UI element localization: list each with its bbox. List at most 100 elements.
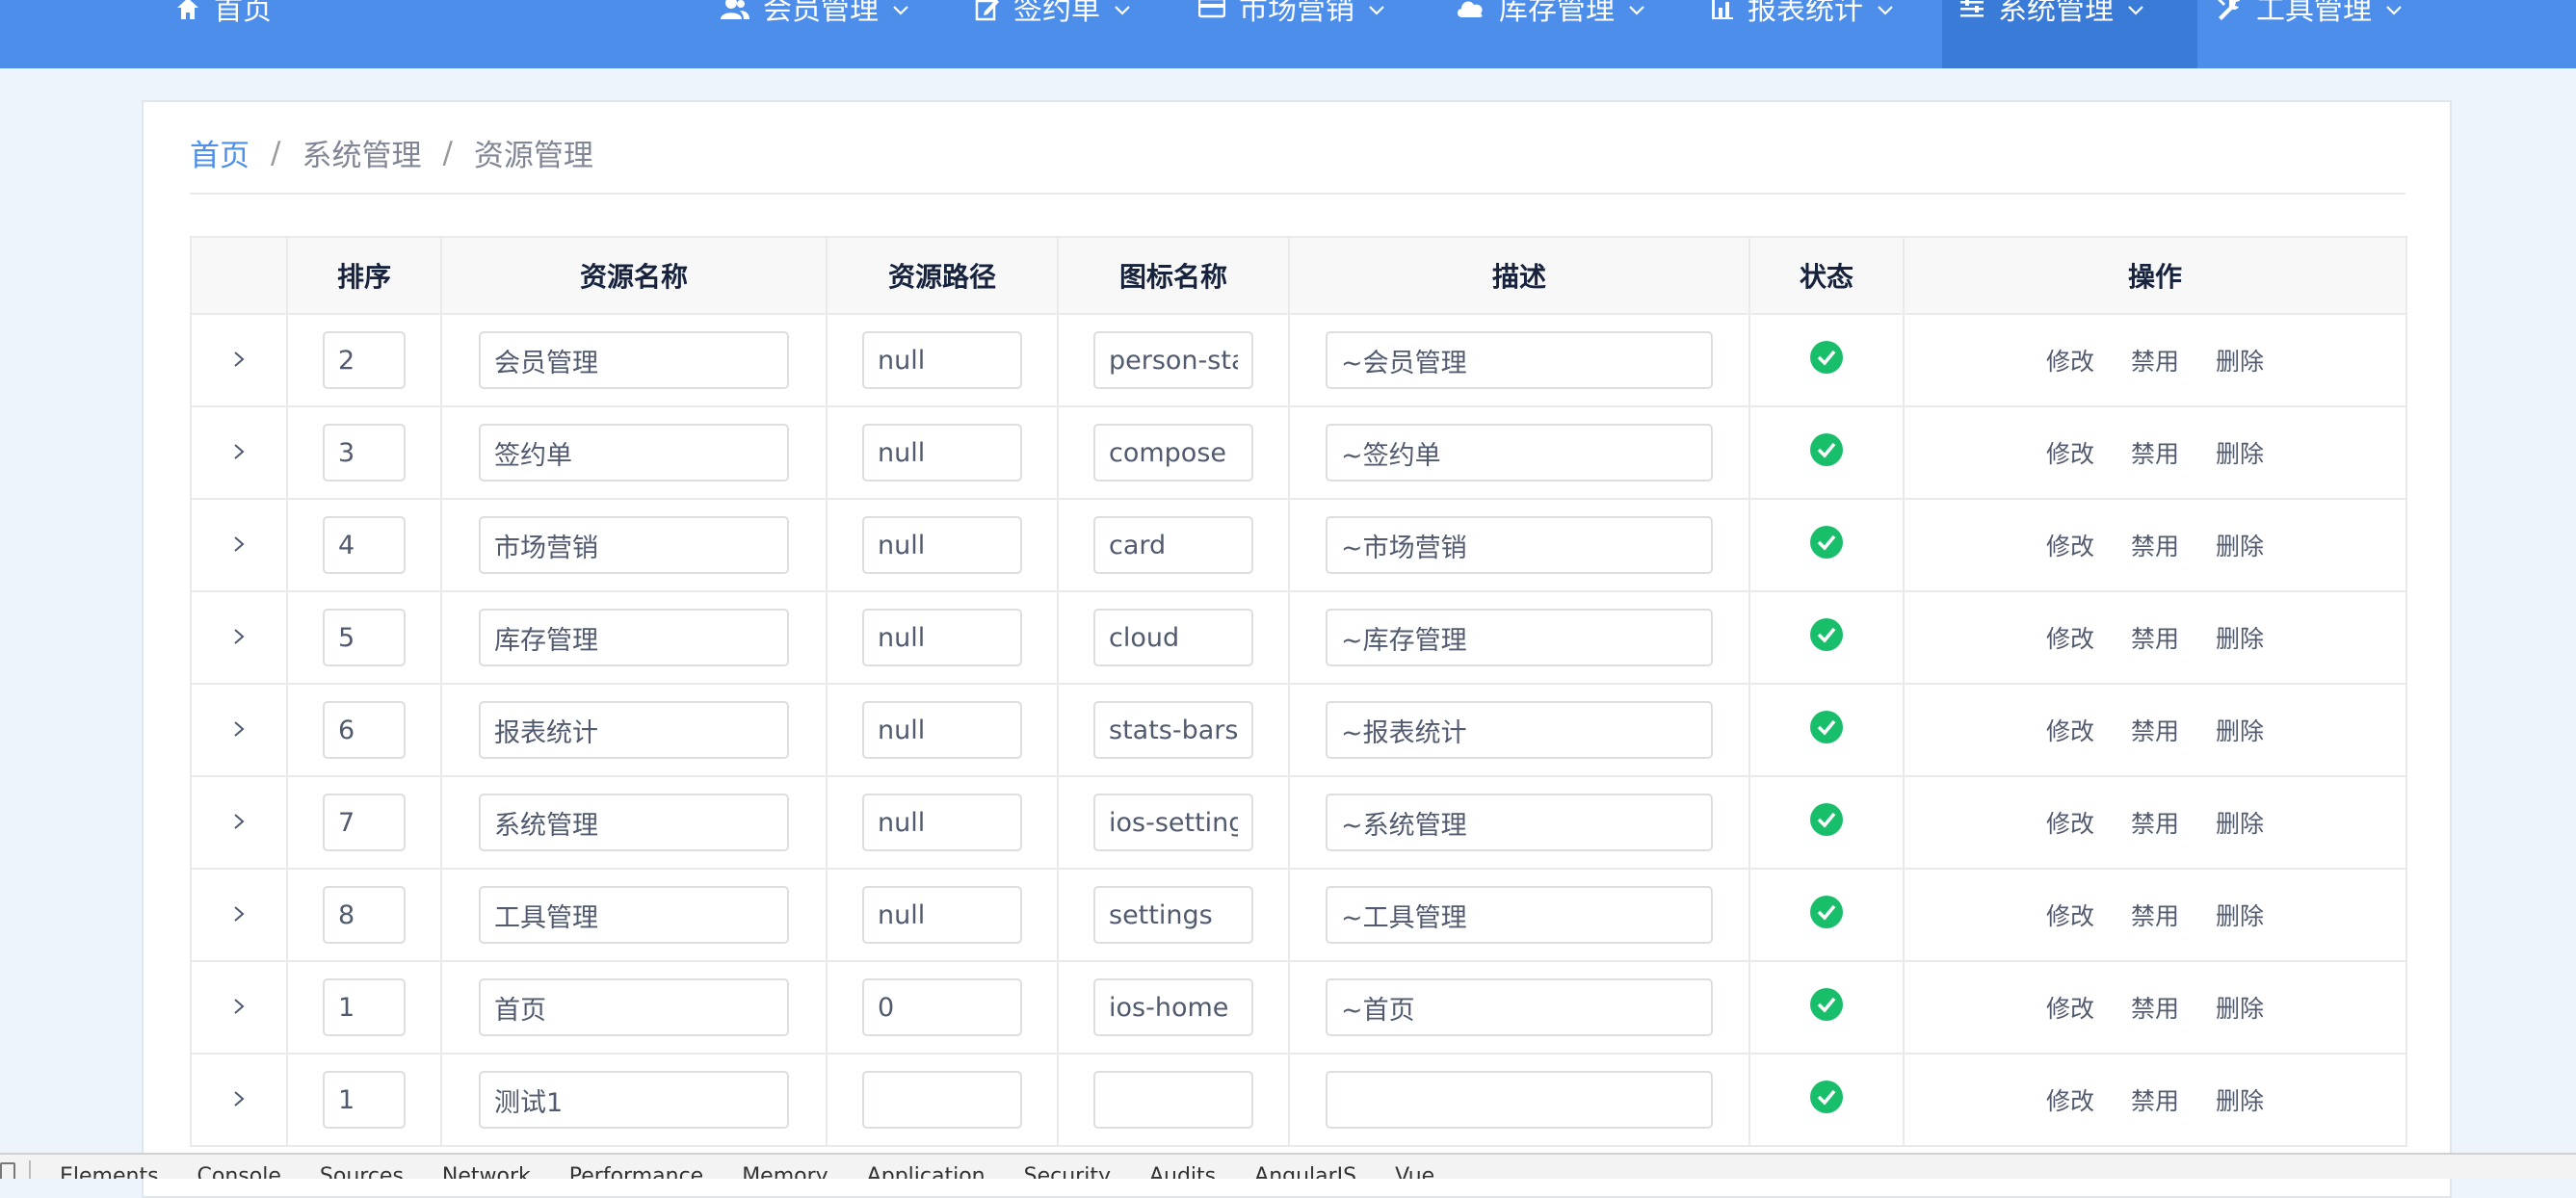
- breadcrumb-home-link[interactable]: 首页: [190, 131, 250, 174]
- nav-item-reports[interactable]: 报表统计: [1711, 0, 1894, 68]
- resource-name-input[interactable]: [479, 516, 789, 574]
- description-input[interactable]: [1326, 424, 1713, 482]
- icon-name-input[interactable]: [1093, 1071, 1253, 1129]
- disable-button[interactable]: 禁用: [2131, 990, 2179, 1025]
- chevron-right-icon[interactable]: [224, 1084, 253, 1113]
- resource-name-input[interactable]: [479, 978, 789, 1036]
- resource-name-input[interactable]: [479, 886, 789, 944]
- edit-button[interactable]: 修改: [2046, 435, 2094, 470]
- chevron-right-icon[interactable]: [224, 715, 253, 743]
- delete-button[interactable]: 删除: [2216, 990, 2264, 1025]
- description-input[interactable]: [1326, 516, 1713, 574]
- chevron-right-icon[interactable]: [224, 530, 253, 559]
- resource-name-input[interactable]: [479, 701, 789, 759]
- resource-path-input[interactable]: [862, 609, 1022, 666]
- description-input[interactable]: [1326, 701, 1713, 759]
- home-icon: [177, 0, 198, 19]
- resource-name-input[interactable]: [479, 1071, 789, 1129]
- edit-button[interactable]: 修改: [2046, 898, 2094, 932]
- description-input[interactable]: [1326, 1071, 1713, 1129]
- name-cell: [440, 405, 828, 500]
- delete-button[interactable]: 删除: [2216, 528, 2264, 562]
- edit-button[interactable]: 修改: [2046, 620, 2094, 655]
- chevron-down-icon: [1878, 6, 1893, 15]
- resource-path-input[interactable]: [862, 516, 1022, 574]
- description-input[interactable]: [1326, 609, 1713, 666]
- resource-path-input[interactable]: [862, 701, 1022, 759]
- description-input[interactable]: [1326, 331, 1713, 389]
- nav-item-tools[interactable]: 工具管理: [2216, 0, 2403, 68]
- edit-button[interactable]: 修改: [2046, 990, 2094, 1025]
- disable-button[interactable]: 禁用: [2131, 1082, 2179, 1117]
- resource-path-input[interactable]: [862, 978, 1022, 1036]
- chevron-right-icon[interactable]: [224, 345, 253, 374]
- devtools-dock-icon[interactable]: [0, 1162, 15, 1179]
- resource-path-input[interactable]: [862, 886, 1022, 944]
- chevron-right-icon[interactable]: [224, 437, 253, 466]
- table-row: 修改 禁用 删除: [190, 868, 2407, 962]
- description-input[interactable]: [1326, 978, 1713, 1036]
- resource-path-input[interactable]: [862, 794, 1022, 851]
- cloud-icon: [1457, 1, 1483, 18]
- resource-name-input[interactable]: [479, 331, 789, 389]
- sort-input[interactable]: [323, 516, 406, 574]
- chevron-right-icon[interactable]: [224, 992, 253, 1021]
- resource-name-input[interactable]: [479, 794, 789, 851]
- sort-input[interactable]: [323, 978, 406, 1036]
- nav-item-marketing[interactable]: 市场营销: [1198, 0, 1385, 68]
- resource-path-input[interactable]: [862, 331, 1022, 389]
- disable-button[interactable]: 禁用: [2131, 343, 2179, 378]
- icon-name-input[interactable]: [1093, 609, 1253, 666]
- nav-item-home[interactable]: 首页: [175, 0, 272, 68]
- nav-item-system[interactable]: 系统管理: [1942, 0, 2197, 68]
- nav-item-label: 库存管理: [1499, 0, 1615, 27]
- delete-button[interactable]: 删除: [2216, 805, 2264, 840]
- sort-input[interactable]: [323, 701, 406, 759]
- sort-input[interactable]: [323, 424, 406, 482]
- nav-item-contracts[interactable]: 签约单: [975, 0, 1131, 68]
- delete-button[interactable]: 删除: [2216, 343, 2264, 378]
- disable-button[interactable]: 禁用: [2131, 898, 2179, 932]
- delete-button[interactable]: 删除: [2216, 435, 2264, 470]
- disable-button[interactable]: 禁用: [2131, 435, 2179, 470]
- description-input[interactable]: [1326, 886, 1713, 944]
- sort-input[interactable]: [323, 794, 406, 851]
- chevron-right-icon[interactable]: [224, 899, 253, 928]
- nav-item-inventory[interactable]: 库存管理: [1455, 0, 1645, 68]
- chevron-right-icon[interactable]: [224, 622, 253, 651]
- delete-button[interactable]: 删除: [2216, 713, 2264, 747]
- delete-button[interactable]: 删除: [2216, 898, 2264, 932]
- icon-name-input[interactable]: [1093, 886, 1253, 944]
- edit-button[interactable]: 修改: [2046, 528, 2094, 562]
- expand-cell: [190, 405, 288, 500]
- disable-button[interactable]: 禁用: [2131, 620, 2179, 655]
- sort-input[interactable]: [323, 609, 406, 666]
- delete-button[interactable]: 删除: [2216, 620, 2264, 655]
- sort-input[interactable]: [323, 886, 406, 944]
- edit-button[interactable]: 修改: [2046, 805, 2094, 840]
- actions-cell: 修改 禁用 删除: [1903, 868, 2407, 962]
- icon-name-input[interactable]: [1093, 516, 1253, 574]
- resource-path-input[interactable]: [862, 1071, 1022, 1129]
- chevron-right-icon[interactable]: [224, 807, 253, 836]
- edit-button[interactable]: 修改: [2046, 1082, 2094, 1117]
- icon-name-input[interactable]: [1093, 794, 1253, 851]
- sort-input[interactable]: [323, 331, 406, 389]
- sort-input[interactable]: [323, 1071, 406, 1129]
- icon-name-input[interactable]: [1093, 978, 1253, 1036]
- edit-button[interactable]: 修改: [2046, 713, 2094, 747]
- header-path: 资源路径: [826, 236, 1059, 315]
- disable-button[interactable]: 禁用: [2131, 528, 2179, 562]
- disable-button[interactable]: 禁用: [2131, 805, 2179, 840]
- delete-button[interactable]: 删除: [2216, 1082, 2264, 1117]
- icon-name-input[interactable]: [1093, 701, 1253, 759]
- icon-name-input[interactable]: [1093, 331, 1253, 389]
- nav-item-members[interactable]: 会员管理: [721, 0, 909, 68]
- disable-button[interactable]: 禁用: [2131, 713, 2179, 747]
- resource-path-input[interactable]: [862, 424, 1022, 482]
- icon-name-input[interactable]: [1093, 424, 1253, 482]
- resource-name-input[interactable]: [479, 424, 789, 482]
- resource-name-input[interactable]: [479, 609, 789, 666]
- description-input[interactable]: [1326, 794, 1713, 851]
- edit-button[interactable]: 修改: [2046, 343, 2094, 378]
